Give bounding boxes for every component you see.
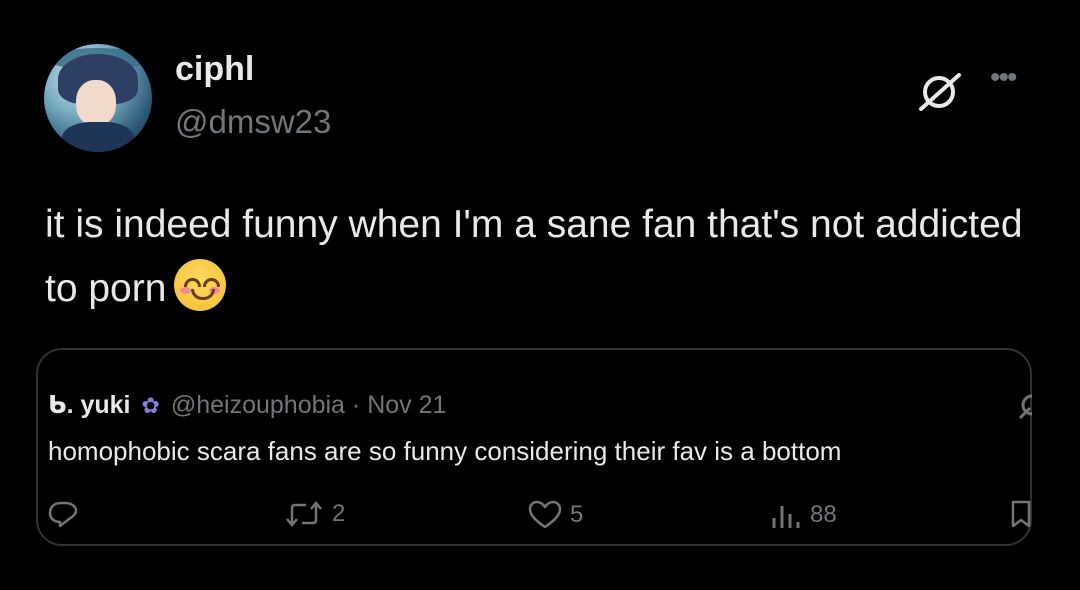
smiling-face-emoji-icon: [174, 258, 227, 311]
like-button[interactable]: 5: [528, 500, 583, 530]
avatar-body: [62, 122, 134, 152]
avatar[interactable]: [44, 44, 152, 152]
quoted-author-handle[interactable]: @heizouphobia: [171, 391, 345, 419]
grok-partial-icon[interactable]: [1018, 394, 1032, 420]
views-button[interactable]: 88: [770, 500, 837, 530]
more-options-icon[interactable]: •••: [990, 63, 1017, 93]
tweet-text: it is indeed funny when I'm a sane fan t…: [45, 193, 1045, 321]
view-count: 88: [810, 501, 837, 528]
views-chart-icon: [772, 506, 800, 528]
bookmark-icon: [1011, 500, 1031, 528]
separator-dot: ·: [351, 391, 361, 419]
reply-icon: [48, 501, 78, 528]
like-count: 5: [570, 501, 584, 528]
heart-icon: [528, 500, 562, 529]
quoted-tweet-text: homophobic scara fans are so funny consi…: [48, 436, 842, 466]
reply-button[interactable]: [48, 500, 86, 528]
hyacinth-icon: ✿: [141, 393, 160, 418]
quoted-tweet-header: ᑲ. yuki ✿ @heizouphobia · Nov 21: [48, 390, 446, 420]
avatar-face: [76, 80, 116, 126]
author-display-name[interactable]: ciphl: [175, 50, 254, 89]
grok-icon[interactable]: [915, 73, 965, 111]
retweet-icon: [286, 501, 322, 527]
quoted-author-name[interactable]: ᑲ. yuki: [48, 391, 131, 419]
retweet-button[interactable]: 2: [284, 500, 345, 528]
quoted-tweet-date[interactable]: Nov 21: [367, 391, 446, 419]
author-handle[interactable]: @dmsw23: [175, 103, 331, 141]
retweet-count: 2: [332, 500, 346, 527]
quoted-tweet-actions: 2 5 88: [38, 500, 1032, 530]
quoted-tweet-card[interactable]: ᑲ. yuki ✿ @heizouphobia · Nov 21 homopho…: [36, 348, 1032, 546]
bookmark-button[interactable]: [1010, 500, 1032, 530]
